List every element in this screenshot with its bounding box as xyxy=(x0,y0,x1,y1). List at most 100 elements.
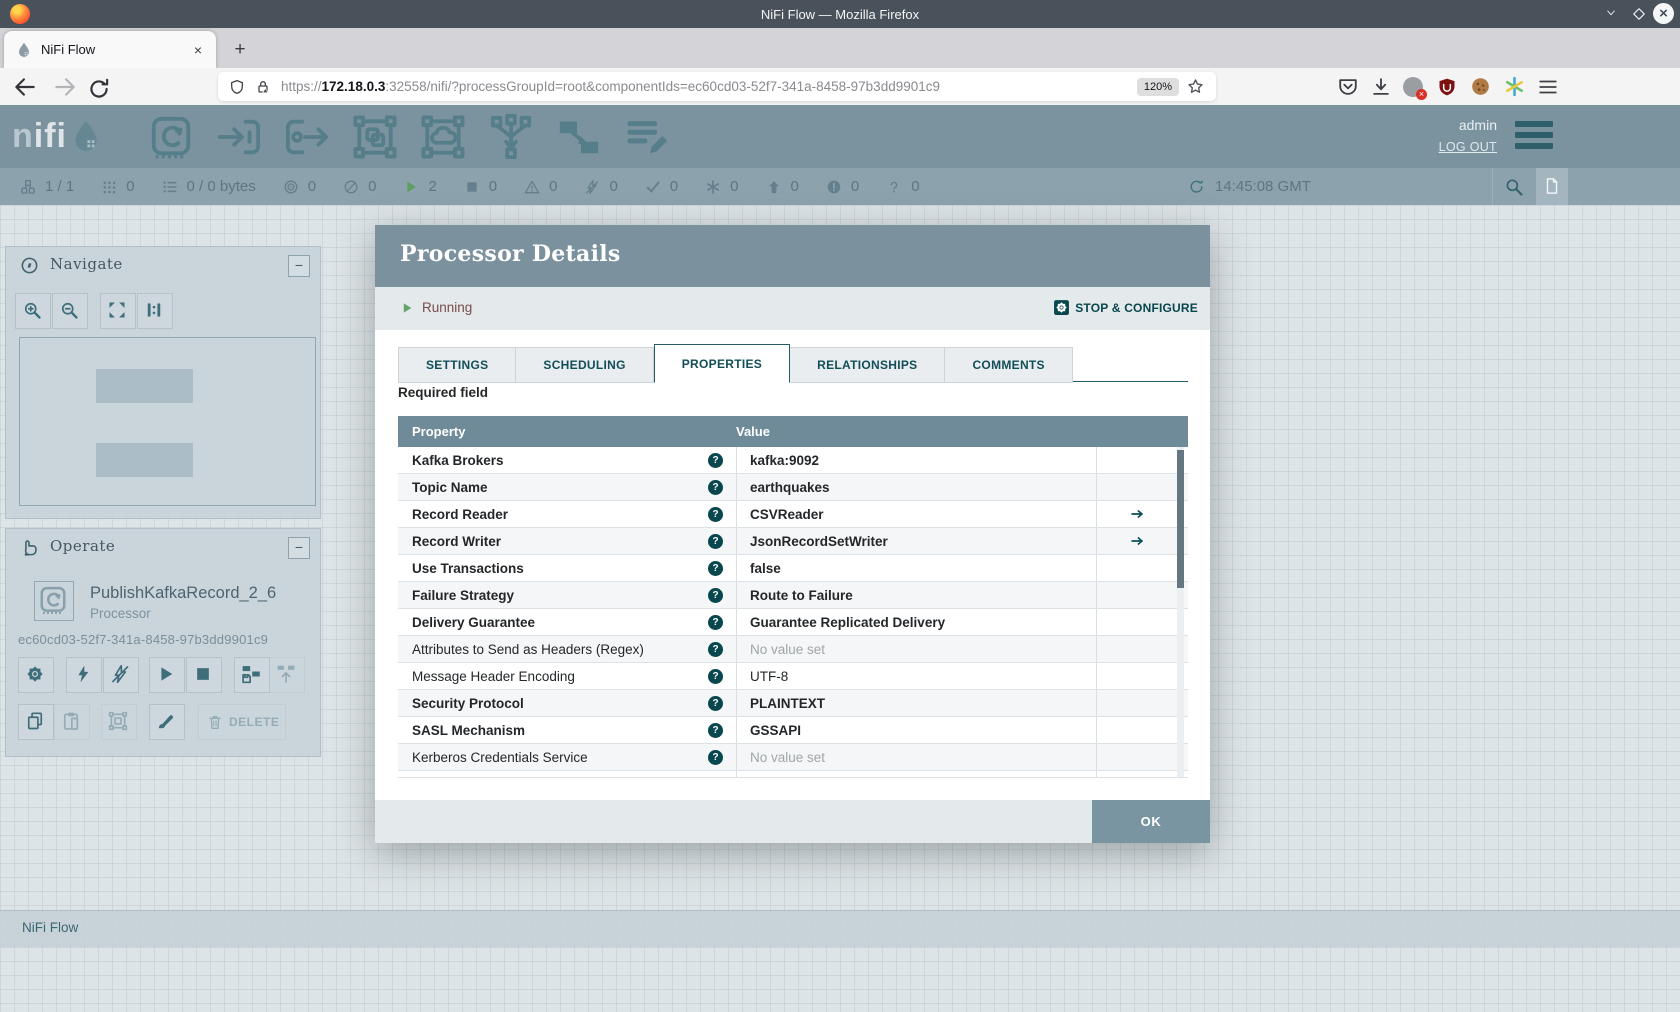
property-value[interactable]: No value set xyxy=(736,636,1096,662)
birdseye-minimap[interactable] xyxy=(19,337,316,506)
copy-button[interactable] xyxy=(18,704,54,740)
ok-button[interactable]: OK xyxy=(1092,800,1210,843)
global-menu-icon[interactable] xyxy=(1515,121,1553,149)
zoom-fit-button[interactable] xyxy=(100,293,136,329)
window-maximize-icon[interactable] xyxy=(1632,7,1646,21)
url-text[interactable]: https://172.18.0.3:32558/nifi/?processGr… xyxy=(281,79,1137,94)
property-value[interactable]: CSVReader xyxy=(736,501,1096,527)
help-icon[interactable]: ? xyxy=(708,614,723,630)
label-tool-icon[interactable] xyxy=(624,114,670,160)
scrollbar-thumb[interactable] xyxy=(1177,450,1184,588)
process-group-tool-icon[interactable] xyxy=(352,114,398,160)
breadcrumb[interactable]: NiFi Flow xyxy=(22,920,78,935)
new-tab-button[interactable]: + xyxy=(228,38,252,62)
search-icon[interactable] xyxy=(1504,177,1524,197)
help-icon[interactable]: ? xyxy=(708,479,723,495)
upload-template-button[interactable] xyxy=(269,657,305,693)
property-row[interactable]: SASL Mechanism? GSSAPI xyxy=(398,717,1188,744)
collapse-navigate-icon[interactable]: − xyxy=(288,255,310,277)
processor-tool-icon[interactable] xyxy=(148,114,194,160)
refresh-icon[interactable] xyxy=(1188,178,1205,195)
remote-process-group-tool-icon[interactable] xyxy=(420,114,466,160)
reload-button[interactable] xyxy=(84,74,114,104)
tab-settings[interactable]: SETTINGS xyxy=(398,347,517,383)
group-button[interactable] xyxy=(101,704,137,740)
property-value[interactable]: PLAINTEXT xyxy=(736,690,1096,716)
help-icon[interactable]: ? xyxy=(708,587,723,603)
help-icon[interactable]: ? xyxy=(708,506,723,522)
help-icon[interactable]: ? xyxy=(708,452,723,468)
lock-warning-icon[interactable] xyxy=(255,79,271,95)
property-row[interactable]: Kerberos Service Name?No value set xyxy=(398,771,1188,777)
bookmark-star-icon[interactable] xyxy=(1187,78,1204,95)
change-color-button[interactable] xyxy=(149,704,185,740)
go-to-service-icon[interactable] xyxy=(1127,507,1147,521)
logout-link[interactable]: LOG OUT xyxy=(1380,140,1497,154)
forward-button[interactable] xyxy=(52,74,78,100)
pocket-icon[interactable] xyxy=(1337,76,1359,98)
paste-button[interactable] xyxy=(54,704,90,740)
extension-mask-icon[interactable] xyxy=(1403,77,1427,100)
zoom-actual-button[interactable] xyxy=(137,293,173,329)
tracking-shield-icon[interactable] xyxy=(229,79,245,95)
browser-menu-icon[interactable] xyxy=(1537,76,1559,98)
zoom-out-button[interactable] xyxy=(52,293,88,329)
property-value[interactable]: false xyxy=(736,555,1096,581)
disable-button[interactable] xyxy=(103,657,139,693)
zoom-in-button[interactable] xyxy=(15,293,51,329)
property-row[interactable]: Use Transactions? false xyxy=(398,555,1188,582)
property-row[interactable]: Attributes to Send as Headers (Regex)? No… xyxy=(398,636,1188,663)
browser-tab[interactable]: NiFi Flow × xyxy=(4,31,216,68)
property-row[interactable]: Kafka Brokers? kafka:9092 xyxy=(398,447,1188,474)
property-row[interactable]: Topic Name? earthquakes xyxy=(398,474,1188,501)
property-value[interactable]: JsonRecordSetWriter xyxy=(736,528,1096,554)
go-to-service-icon[interactable] xyxy=(1127,534,1147,548)
birdseye-toggle-button[interactable] xyxy=(1536,168,1568,205)
url-bar[interactable]: https://172.18.0.3:32558/nifi/?processGr… xyxy=(218,72,1216,101)
property-value[interactable]: No value set xyxy=(736,771,1096,777)
start-button[interactable] xyxy=(149,657,185,693)
help-icon[interactable]: ? xyxy=(708,695,723,711)
property-row[interactable]: Kerberos Credentials Service? No value se… xyxy=(398,744,1188,771)
help-icon[interactable]: ? xyxy=(708,641,723,657)
tab-scheduling[interactable]: SCHEDULING xyxy=(516,347,654,383)
property-row[interactable]: Failure Strategy? Route to Failure xyxy=(398,582,1188,609)
ublock-extension-icon[interactable] xyxy=(1437,77,1457,97)
stop-and-configure-button[interactable]: STOP & CONFIGURE xyxy=(1053,299,1198,316)
table-scrollbar[interactable] xyxy=(1177,447,1184,777)
help-icon[interactable]: ? xyxy=(708,722,723,738)
back-button[interactable] xyxy=(12,74,38,100)
window-minimize-icon[interactable] xyxy=(1604,8,1618,18)
property-row[interactable]: Record Writer? JsonRecordSetWriter xyxy=(398,528,1188,555)
save-template-button[interactable] xyxy=(234,657,270,693)
extension-asterisk-icon[interactable] xyxy=(1504,76,1525,97)
property-value[interactable]: Guarantee Replicated Delivery xyxy=(736,609,1096,635)
property-row[interactable]: Record Reader? CSVReader xyxy=(398,501,1188,528)
property-row[interactable]: Message Header Encoding? UTF-8 xyxy=(398,663,1188,690)
input-port-tool-icon[interactable] xyxy=(216,114,262,160)
window-close-icon[interactable]: × xyxy=(1653,3,1674,24)
property-value[interactable]: kafka:9092 xyxy=(736,447,1096,473)
tab-relationships[interactable]: RELATIONSHIPS xyxy=(790,347,946,383)
property-value[interactable]: GSSAPI xyxy=(736,717,1096,743)
help-icon[interactable]: ? xyxy=(708,668,723,684)
help-icon[interactable]: ? xyxy=(708,776,723,777)
property-row[interactable]: Security Protocol? PLAINTEXT xyxy=(398,690,1188,717)
zoom-level-badge[interactable]: 120% xyxy=(1136,77,1179,96)
cookie-extension-icon[interactable] xyxy=(1470,76,1491,97)
help-icon[interactable]: ? xyxy=(708,533,723,549)
download-icon[interactable] xyxy=(1370,76,1392,98)
property-value[interactable]: Route to Failure xyxy=(736,582,1096,608)
delete-button[interactable]: DELETE xyxy=(198,704,286,740)
property-value[interactable]: earthquakes xyxy=(736,474,1096,500)
property-value[interactable]: UTF-8 xyxy=(736,663,1096,689)
tab-comments[interactable]: COMMENTS xyxy=(945,347,1073,383)
funnel-tool-icon[interactable] xyxy=(488,114,534,160)
enable-button[interactable] xyxy=(66,657,102,693)
tab-properties[interactable]: PROPERTIES xyxy=(653,344,791,383)
property-value[interactable]: No value set xyxy=(736,744,1096,770)
template-tool-icon[interactable] xyxy=(556,114,602,160)
output-port-tool-icon[interactable] xyxy=(284,114,330,160)
help-icon[interactable]: ? xyxy=(708,560,723,576)
configure-button[interactable] xyxy=(18,657,54,693)
